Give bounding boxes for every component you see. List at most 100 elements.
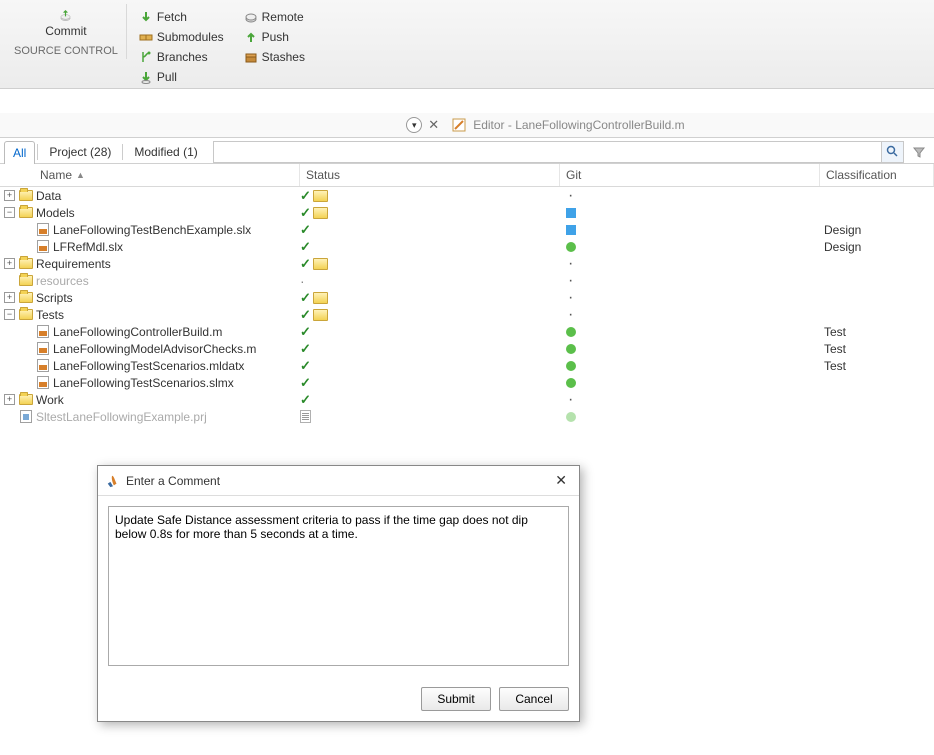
item-label: LaneFollowingControllerBuild.m: [53, 325, 222, 339]
table-row[interactable]: −Models✓: [0, 204, 934, 221]
column-classification[interactable]: Classification: [820, 164, 934, 186]
status-cell: ✓: [300, 256, 560, 272]
filter-funnel-button[interactable]: [908, 141, 930, 163]
table-row[interactable]: LFRefMdl.slx✓Design: [0, 238, 934, 255]
commit-button[interactable]: Commit: [36, 4, 95, 43]
table-row[interactable]: +Scripts✓·: [0, 289, 934, 306]
item-label: LaneFollowingModelAdvisorChecks.m: [53, 342, 256, 356]
git-cell: [560, 225, 820, 235]
folder-badge-icon: [313, 309, 328, 321]
status-cell: ✓: [300, 188, 560, 204]
git-cell: ·: [560, 391, 820, 409]
git-cell: [560, 208, 820, 218]
status-cell: ✓: [300, 392, 560, 408]
pull-button[interactable]: Pull: [135, 68, 228, 86]
file-icon: [35, 325, 50, 338]
item-label: Data: [36, 189, 61, 203]
submit-button[interactable]: Submit: [421, 687, 491, 711]
check-icon: ✓: [300, 358, 311, 374]
expand-button[interactable]: +: [4, 258, 15, 269]
search-button[interactable]: [881, 142, 903, 162]
name-cell: LaneFollowingControllerBuild.m: [0, 325, 300, 339]
folder-icon: [18, 274, 33, 287]
name-cell: +Requirements: [0, 257, 300, 271]
remote-button[interactable]: Remote: [240, 8, 309, 26]
check-icon: ✓: [300, 256, 311, 272]
table-row[interactable]: LaneFollowingTestScenarios.slmx✓: [0, 374, 934, 391]
item-label: Work: [36, 393, 64, 407]
git-cell: [560, 378, 820, 388]
column-name[interactable]: Name▲: [0, 164, 300, 186]
dialog-body: [98, 496, 579, 679]
dialog-title: Enter a Comment: [126, 474, 220, 488]
filter-tab-project[interactable]: Project (28): [40, 140, 120, 163]
table-row[interactable]: LaneFollowingControllerBuild.m✓Test: [0, 323, 934, 340]
folder-icon: [18, 393, 33, 406]
close-editor-button[interactable]: ✕: [428, 117, 439, 133]
check-icon: ✓: [300, 307, 311, 323]
git-clean-icon: [566, 242, 576, 252]
stashes-button[interactable]: Stashes: [240, 48, 309, 66]
column-git[interactable]: Git: [560, 164, 820, 186]
source-control-ribbon: Commit SOURCE CONTROL Fetch Remote Submo…: [0, 0, 934, 89]
remote-icon: [244, 10, 258, 24]
dialog-close-button[interactable]: ✕: [551, 472, 571, 489]
item-label: LaneFollowingTestScenarios.mldatx: [53, 359, 244, 373]
table-row[interactable]: + Work ✓ ·: [0, 391, 934, 408]
comment-textarea[interactable]: [108, 506, 569, 666]
expand-button[interactable]: +: [4, 292, 15, 303]
name-cell: LaneFollowingTestBenchExample.slx: [0, 223, 300, 237]
dot-icon: ·: [300, 273, 305, 289]
search-input[interactable]: [214, 145, 881, 159]
editor-filename: LaneFollowingControllerBuild.m: [515, 118, 684, 132]
table-row[interactable]: −Tests✓·: [0, 306, 934, 323]
commit-icon: [58, 9, 73, 22]
check-icon: ✓: [300, 375, 311, 391]
push-button[interactable]: Push: [240, 28, 309, 46]
git-cell: [560, 361, 820, 371]
git-clean-icon: [566, 361, 576, 371]
classification-cell: Test: [820, 342, 934, 356]
status-cell: ✓: [300, 324, 560, 340]
collapse-button[interactable]: −: [4, 309, 15, 320]
dialog-footer: Submit Cancel: [98, 679, 579, 721]
git-actions: Fetch Remote Submodules Push Branches St…: [135, 4, 309, 86]
table-row[interactable]: LaneFollowingTestBenchExample.slx✓Design: [0, 221, 934, 238]
file-icon: [35, 223, 50, 236]
fetch-button[interactable]: Fetch: [135, 8, 228, 26]
status-cell: ✓: [300, 205, 560, 221]
check-icon: ✓: [300, 392, 311, 408]
separator: [122, 144, 123, 160]
cancel-button[interactable]: Cancel: [499, 687, 569, 711]
table-row[interactable]: + Data ✓·: [0, 187, 934, 204]
status-cell: ✓: [300, 307, 560, 323]
table-row[interactable]: LaneFollowingTestScenarios.mldatx✓Test: [0, 357, 934, 374]
git-cell: ·: [560, 187, 820, 205]
name-cell: SltestLaneFollowingExample.prj: [0, 410, 300, 424]
submodules-button[interactable]: Submodules: [135, 28, 228, 46]
git-cell: ·: [560, 272, 820, 290]
filter-tab-modified[interactable]: Modified (1): [125, 140, 206, 163]
ribbon-group-label: SOURCE CONTROL: [14, 45, 118, 57]
branches-label: Branches: [157, 50, 208, 64]
dropdown-button[interactable]: ▾: [406, 117, 422, 133]
git-clean-icon: [566, 412, 576, 422]
table-row[interactable]: SltestLaneFollowingExample.prj: [0, 408, 934, 425]
expand-button[interactable]: +: [4, 394, 15, 405]
git-cell: [560, 327, 820, 337]
table-row[interactable]: resources··: [0, 272, 934, 289]
table-header: Name▲ Status Git Classification: [0, 164, 934, 187]
branches-button[interactable]: Branches: [135, 48, 228, 66]
column-status[interactable]: Status: [300, 164, 560, 186]
folder-icon: [18, 308, 33, 321]
table-row[interactable]: +Requirements✓·: [0, 255, 934, 272]
table-row[interactable]: LaneFollowingModelAdvisorChecks.m✓Test: [0, 340, 934, 357]
filter-tab-all[interactable]: All: [4, 141, 35, 164]
document-icon: [300, 410, 311, 423]
collapse-button[interactable]: −: [4, 207, 15, 218]
matlab-icon: [106, 474, 120, 488]
status-cell: ✓: [300, 239, 560, 255]
item-label: Scripts: [36, 291, 73, 305]
expand-button[interactable]: +: [4, 190, 15, 201]
file-tree: +Data✓·−Models✓LaneFollowingTestBenchExa…: [0, 187, 934, 425]
